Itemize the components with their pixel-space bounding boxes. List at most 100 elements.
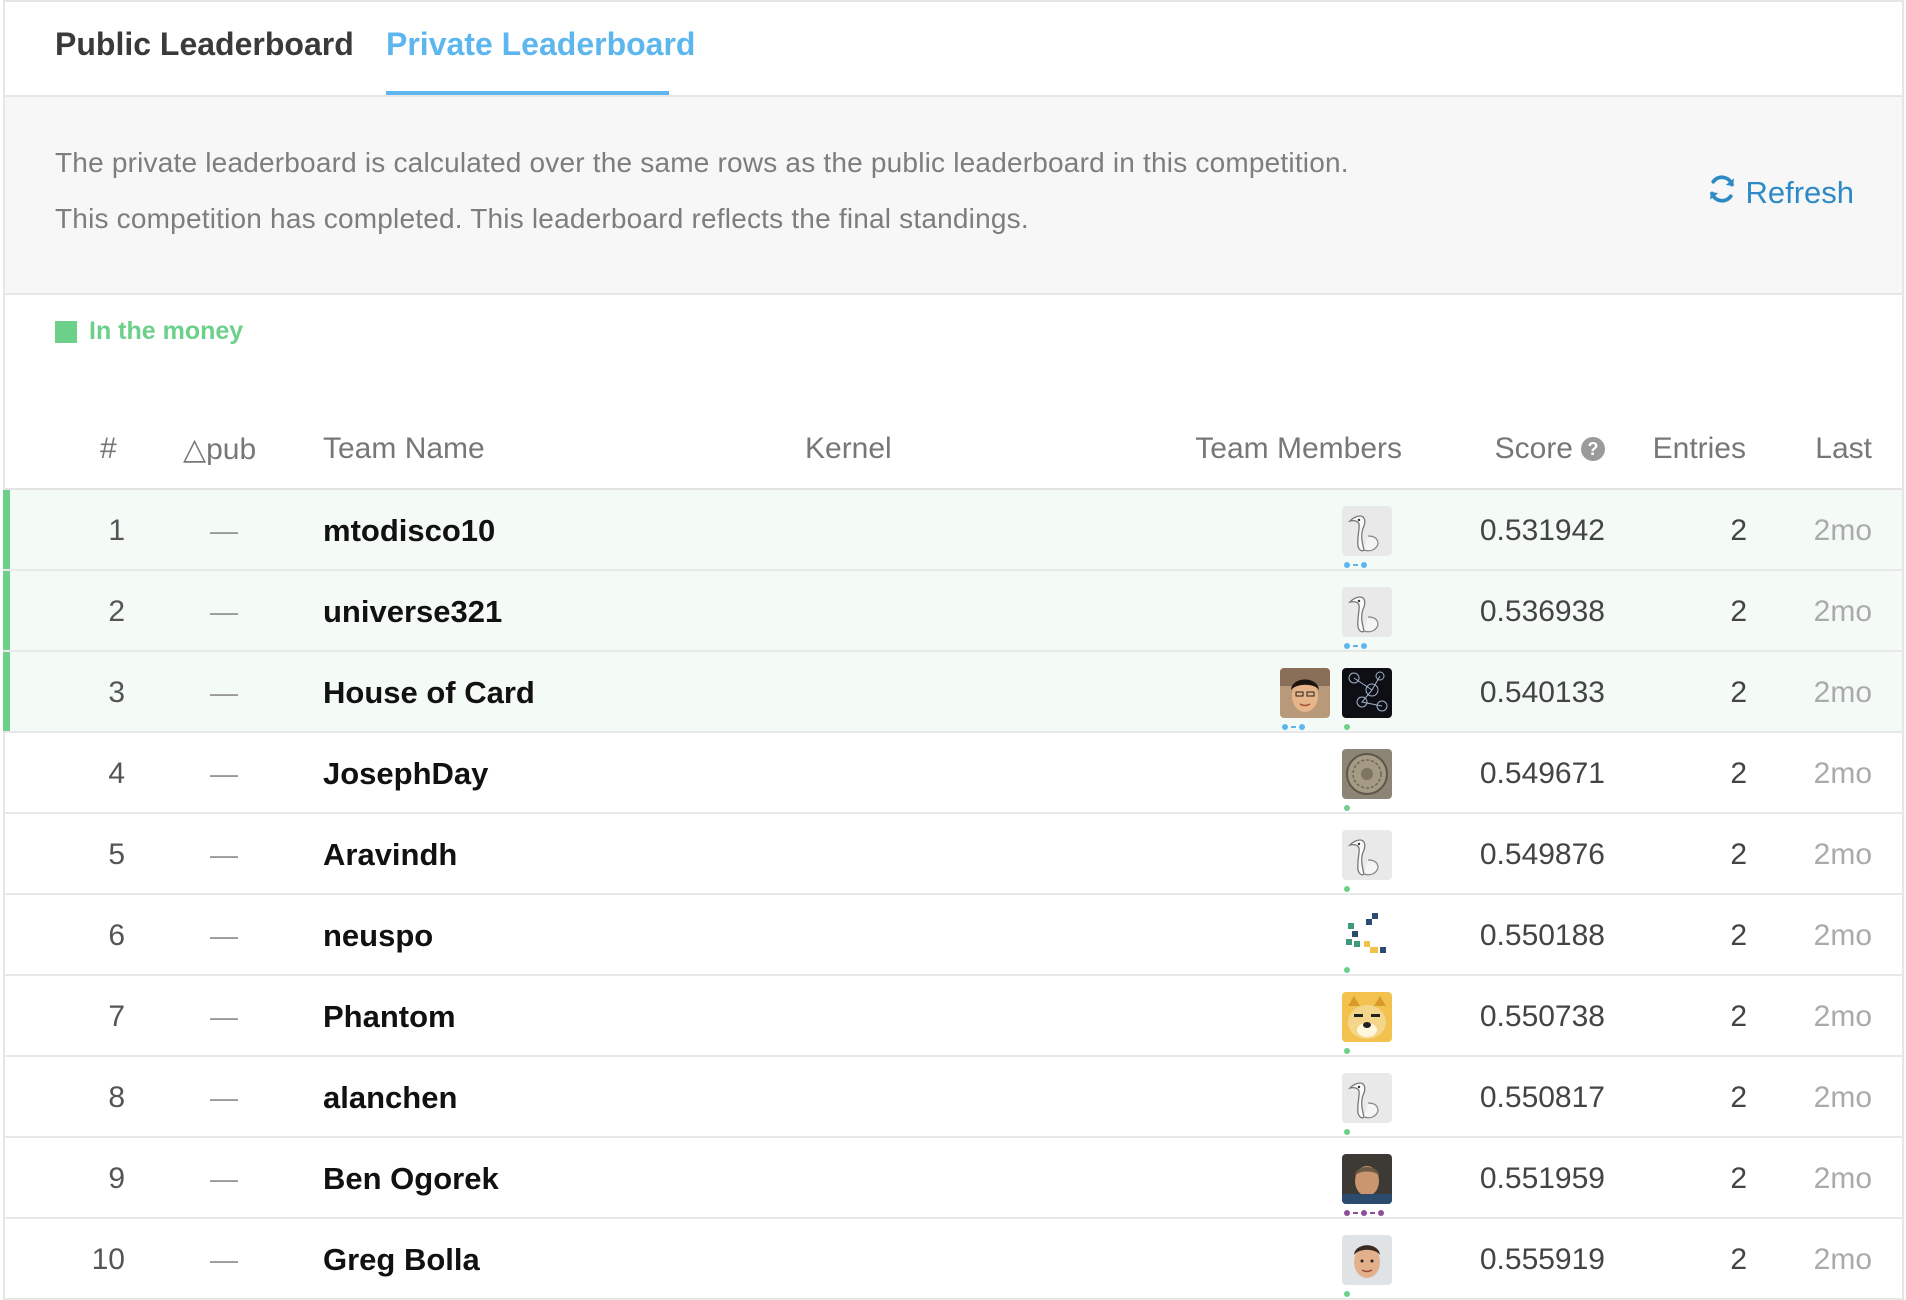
last-submission-cell: 2mo [1813,1161,1872,1195]
leaderboard-tabs: Public Leaderboard Private Leaderboard [5,2,1902,97]
score-cell: 0.550817 [1479,1080,1605,1114]
tier-indicator [1344,561,1367,568]
help-icon[interactable]: ? [1581,437,1605,461]
rank-cell: 1 [108,513,125,547]
public-delta-cell: — [210,676,238,708]
rank-cell: 3 [108,675,125,709]
team-name-link[interactable]: alanchen [323,1057,457,1138]
table-row[interactable]: 9 — Ben Ogorek 0.551959 2 2mo [5,1138,1902,1219]
doge-avatar[interactable] [1342,991,1392,1042]
team-name-link[interactable]: Ben Ogorek [323,1138,499,1219]
tier-indicator [1344,885,1350,892]
in-the-money-label: In the money [89,317,244,345]
tab-public-leaderboard[interactable]: Public Leaderboard [55,26,354,63]
team-member[interactable] [1342,1072,1392,1135]
table-row[interactable]: 8 — alanchen 0.550817 2 2mo [5,1057,1902,1138]
public-delta-cell: — [210,1243,238,1275]
legend: In the money [55,317,243,346]
tier-indicator [1344,642,1367,649]
table-row[interactable]: 4 — JosephDay 0.549671 2 2mo [5,733,1902,814]
rank-cell: 7 [108,999,125,1033]
leaderboard-notice: The private leaderboard is calculated ov… [5,97,1902,295]
score-cell: 0.536938 [1479,594,1605,628]
refresh-label: Refresh [1745,175,1854,210]
team-name-link[interactable]: Greg Bolla [323,1219,480,1300]
team-name-link[interactable]: House of Card [323,652,535,733]
table-row[interactable]: 10 — Greg Bolla 0.555919 2 2mo [5,1219,1902,1300]
score-cell: 0.550188 [1479,918,1605,952]
goose-avatar[interactable] [1342,1072,1392,1123]
rank-cell: 4 [108,756,125,790]
team-member[interactable] [1342,586,1392,649]
column-header-last[interactable]: Last [1815,432,1872,466]
table-row[interactable]: 6 — neuspo 0.550188 2 2mo [5,895,1902,976]
table-row[interactable]: 5 — Aravindh 0.549876 2 2mo [5,814,1902,895]
tab-private-leaderboard[interactable]: Private Leaderboard [386,26,695,63]
public-delta-cell: — [210,1000,238,1032]
coin-avatar[interactable] [1342,748,1392,799]
last-submission-cell: 2mo [1813,1080,1872,1114]
team-member[interactable] [1342,1234,1392,1297]
public-delta-cell: — [210,514,238,546]
last-submission-cell: 2mo [1813,999,1872,1033]
column-header-score[interactable]: Score ? [1495,432,1605,466]
tier-indicator [1344,1128,1350,1135]
score-cell: 0.531942 [1479,513,1605,547]
column-header-team-name[interactable]: Team Name [323,432,485,466]
team-member[interactable] [1280,667,1330,730]
score-cell: 0.549876 [1479,837,1605,871]
table-row[interactable]: 7 — Phantom 0.550738 2 2mo [5,976,1902,1057]
team-name-link[interactable]: Phantom [323,976,456,1057]
entries-cell: 2 [1730,837,1747,871]
tier-indicator [1344,1209,1384,1216]
team-name-link[interactable]: neuspo [323,895,433,976]
active-tab-indicator [386,91,669,95]
network-avatar[interactable] [1342,667,1392,718]
photo-avatar-3[interactable] [1342,1234,1392,1285]
refresh-button[interactable]: Refresh [1707,174,1854,212]
table-row[interactable]: 3 — House of Card 0.540133 2 2mo [3,652,1902,733]
team-member[interactable] [1342,1153,1392,1216]
in-the-money-swatch [55,320,77,343]
table-row[interactable]: 1 — mtodisco10 0.531942 2 2mo [3,490,1902,571]
team-member[interactable] [1342,991,1392,1054]
entries-cell: 2 [1730,594,1747,628]
last-submission-cell: 2mo [1813,594,1872,628]
public-delta-cell: — [210,1162,238,1194]
goose-avatar[interactable] [1342,505,1392,556]
photo-avatar-2[interactable] [1342,1153,1392,1204]
team-name-link[interactable]: universe321 [323,571,502,652]
column-header-rank[interactable]: # [100,432,117,466]
rank-cell: 9 [108,1161,125,1195]
goose-avatar[interactable] [1342,586,1392,637]
team-members-cell [1342,895,1392,976]
team-member[interactable] [1342,505,1392,568]
goose-avatar[interactable] [1342,829,1392,880]
team-name-link[interactable]: mtodisco10 [323,490,495,571]
team-name-link[interactable]: Aravindh [323,814,457,895]
entries-cell: 2 [1730,1080,1747,1114]
score-cell: 0.549671 [1479,756,1605,790]
team-members-cell [1342,733,1392,814]
team-member[interactable] [1342,667,1392,730]
public-delta-cell: — [210,757,238,789]
entries-cell: 2 [1730,999,1747,1033]
team-member[interactable] [1342,829,1392,892]
pixel-avatar[interactable] [1342,910,1392,961]
public-delta-cell: — [210,838,238,870]
last-submission-cell: 2mo [1813,1242,1872,1276]
team-member[interactable] [1342,748,1392,811]
tier-indicator [1344,804,1350,811]
tier-indicator [1344,1047,1350,1054]
score-cell: 0.555919 [1479,1242,1605,1276]
column-header-entries[interactable]: Entries [1653,432,1746,466]
photo-avatar[interactable] [1280,667,1330,718]
column-header-public-delta[interactable]: △pub [183,432,256,467]
tier-indicator [1344,723,1350,730]
table-row[interactable]: 2 — universe321 0.536938 2 2mo [3,571,1902,652]
team-members-cell [1342,814,1392,895]
team-member[interactable] [1342,910,1392,973]
team-name-link[interactable]: JosephDay [323,733,488,814]
rank-cell: 6 [108,918,125,952]
notice-text-calculation: The private leaderboard is calculated ov… [55,147,1349,178]
